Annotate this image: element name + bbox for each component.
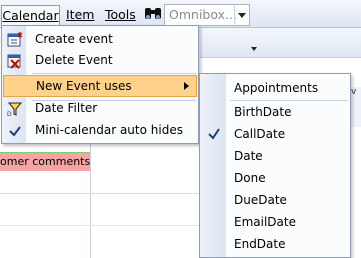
submenu-item-label: CallDate xyxy=(234,127,286,141)
grid-line xyxy=(0,225,200,226)
menu-item-label: Item xyxy=(66,7,95,22)
omnibox-placeholder: Omnibox... xyxy=(169,7,237,22)
menu-calendar[interactable]: Calendar xyxy=(1,5,60,25)
submenu-item-label: EndDate xyxy=(234,237,286,251)
delete-event-icon xyxy=(7,54,21,69)
submenu-item-duedate[interactable]: DueDate xyxy=(200,189,350,212)
menu-item-mini-calendar-auto-hides[interactable]: Mini-calendar auto hides xyxy=(3,120,197,141)
menu-item-label: Date Filter xyxy=(35,101,98,115)
menu-item-label: New Event uses xyxy=(36,79,132,93)
menu-item-label: Mini-calendar auto hides xyxy=(35,123,183,137)
menu-item[interactable]: Item xyxy=(66,5,94,25)
chevron-down-icon[interactable] xyxy=(234,5,249,25)
omnibox-field[interactable]: Omnibox... xyxy=(164,4,250,26)
submenu-item-birthdate[interactable]: BirthDate xyxy=(200,101,350,124)
submenu-item-appointments[interactable]: Appointments xyxy=(200,77,350,100)
submenu-item-label: DueDate xyxy=(234,193,287,207)
check-icon xyxy=(9,126,21,137)
menu-item-date-filter[interactable]: D Date Filter xyxy=(3,98,197,119)
menu-tools[interactable]: Tools xyxy=(105,5,136,25)
grid-line xyxy=(0,193,200,194)
menu-tools-label: Tools xyxy=(105,7,136,22)
svg-text:D: D xyxy=(7,111,12,117)
toolbar-overflow-button[interactable] xyxy=(250,44,259,53)
menu-item-label: Create event xyxy=(35,32,113,46)
menu-item-label: Delete Event xyxy=(35,53,113,67)
menu-item-new-event-uses[interactable]: New Event uses xyxy=(3,75,197,97)
submenu-item-label: EmailDate xyxy=(234,215,296,229)
menu-separator xyxy=(32,73,196,74)
submenu-item-enddate[interactable]: EndDate xyxy=(200,233,350,256)
submenu-item-calldate[interactable]: CallDate xyxy=(200,123,350,146)
create-event-icon xyxy=(7,32,23,47)
filter-icon: D xyxy=(7,102,23,117)
submenu-item-done[interactable]: Done xyxy=(200,167,350,190)
binoculars-icon[interactable] xyxy=(143,5,163,23)
menu-item-create-event[interactable]: Create event xyxy=(3,29,197,50)
menu-calendar-label: Calendar xyxy=(2,8,59,23)
calendar-menu: Create event Delete Event New Event uses… xyxy=(1,25,199,144)
menu-item-delete-event[interactable]: Delete Event xyxy=(3,50,197,71)
submenu-arrow-icon xyxy=(184,82,189,90)
submenu-item-label: Date xyxy=(234,149,263,163)
submenu-item-label: BirthDate xyxy=(234,105,292,119)
submenu-item-label: Appointments xyxy=(234,81,319,95)
grid-divider xyxy=(90,140,91,258)
submenu-item-emaildate[interactable]: EmailDate xyxy=(200,211,350,234)
toolbar xyxy=(200,28,361,58)
submenu-item-label: Done xyxy=(234,171,266,185)
submenu-item-date[interactable]: Date xyxy=(200,145,350,168)
check-icon xyxy=(208,128,220,140)
new-event-uses-submenu: Appointments BirthDate CallDate Date Don… xyxy=(199,73,351,258)
grid-row-comments[interactable]: omer comments xyxy=(0,153,90,171)
right-column-header: v xyxy=(350,87,361,127)
